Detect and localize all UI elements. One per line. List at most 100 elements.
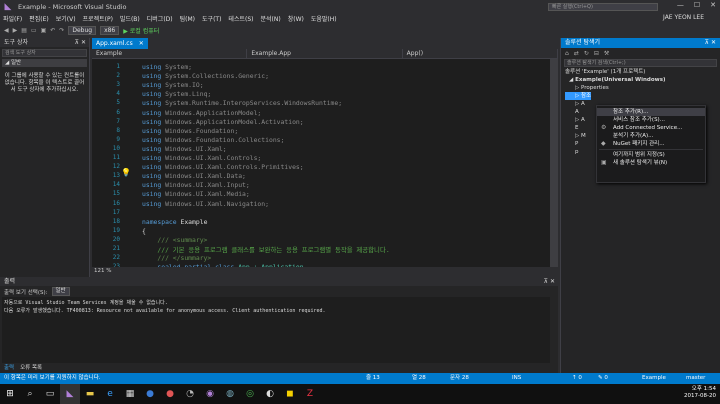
taskbar-clock[interactable]: 오후 1:54 2017-08-20: [684, 386, 716, 400]
context-menu-item[interactable]: 여기까지 범위 지정(S): [597, 151, 705, 159]
run-button[interactable]: ▶ 로컬 컴퓨터: [123, 26, 159, 35]
code-text: System.Runtime.InteropServices.WindowsRu…: [161, 99, 343, 108]
code-keyword: using: [142, 81, 162, 90]
menu-analyze[interactable]: 분석(N): [260, 14, 280, 23]
tab-output[interactable]: 출력: [4, 363, 14, 371]
toolbox-tab-general[interactable]: ◢ 일반: [2, 59, 87, 67]
status-project[interactable]: Example: [642, 373, 666, 384]
visual-studio-icon[interactable]: ◣: [60, 384, 80, 404]
close-icon[interactable]: ✕: [710, 1, 716, 9]
app-icon[interactable]: ●: [140, 384, 160, 404]
output-pin-icon[interactable]: ⊼ ✕: [544, 277, 555, 286]
properties-icon[interactable]: ⚒: [604, 50, 609, 57]
task-view-icon[interactable]: ▭: [40, 384, 60, 404]
context-menu-item[interactable]: 참조 추가(R)...: [597, 108, 705, 116]
start-icon[interactable]: ⊞: [0, 384, 20, 404]
tab-app-xaml-cs[interactable]: App.xaml.cs ✕: [92, 38, 148, 49]
context-menu-item[interactable]: ⚙ Add Connected Service...: [597, 124, 705, 132]
menu-help[interactable]: 도움말(H): [311, 14, 337, 23]
tree-node-solution[interactable]: 솔루션 'Example' (1개 프로젝트): [565, 68, 720, 76]
code-text: System.Collections.Generic;: [161, 72, 269, 81]
edge-icon[interactable]: e: [100, 384, 120, 404]
context-menu-item[interactable]: 분석기 추가(A)...: [597, 132, 705, 140]
kakaotalk-icon[interactable]: ◼: [280, 384, 300, 404]
output-source-select[interactable]: 일반: [51, 287, 70, 296]
zoom-level[interactable]: 121 %: [92, 267, 558, 276]
nav-project-select[interactable]: Example: [92, 48, 248, 59]
line-number: 4: [116, 90, 120, 98]
back-icon[interactable]: ◀: [4, 27, 9, 34]
nav-member-select[interactable]: App(): [403, 48, 558, 59]
tab-error-list[interactable]: 오류 목록: [20, 363, 42, 371]
maximize-icon[interactable]: ☐: [694, 1, 700, 9]
menu-team[interactable]: 팀(M): [180, 14, 195, 23]
output-pane: 출력 ⊼ ✕ 출력 보기 선택(S): 일반 자동으로 Visual Studio…: [0, 277, 558, 373]
user-name[interactable]: JAE YEON LEE: [663, 14, 704, 21]
menu-tools[interactable]: 도구(T): [202, 14, 221, 23]
line-number: 15: [112, 190, 120, 198]
chrome-icon[interactable]: ◎: [240, 384, 260, 404]
tree-node-references[interactable]: ▷ 참조: [565, 92, 591, 100]
code-keyword: using: [142, 172, 162, 181]
home-icon[interactable]: ⌂: [565, 50, 569, 57]
pin-icon[interactable]: ⊼ ✕: [75, 38, 86, 47]
file-explorer-icon[interactable]: ▬: [80, 384, 100, 404]
menu-project[interactable]: 프로젝트(P): [83, 14, 113, 23]
refresh-icon[interactable]: ↻: [584, 50, 589, 57]
context-menu-item[interactable]: 서비스 참조 추가(S)...: [597, 116, 705, 124]
code-line: using Windows.UI.Xaml.Media;: [142, 190, 250, 198]
code-text: /// </summary>: [157, 254, 212, 263]
open-icon[interactable]: ▭: [31, 27, 37, 34]
app-icon[interactable]: ◉: [200, 384, 220, 404]
status-edit[interactable]: ✎ 0: [598, 373, 608, 384]
undo-icon[interactable]: ↶: [50, 27, 55, 34]
line-number: 18: [112, 217, 120, 225]
status-up[interactable]: ↑ 0: [572, 373, 582, 384]
store-icon[interactable]: ▦: [120, 384, 140, 404]
nav-class-select[interactable]: Example.App: [247, 48, 403, 59]
status-branch[interactable]: master: [686, 373, 705, 384]
menu-debug[interactable]: 디버그(D): [147, 14, 173, 23]
platform-select[interactable]: x86: [100, 26, 120, 35]
context-menu-item[interactable]: ▣ 새 솔루션 탐색기 뷰(N): [597, 159, 705, 167]
tree-node-properties[interactable]: ▷ Properties: [565, 84, 720, 92]
editor-scrollbar[interactable]: [550, 59, 558, 267]
line-number: 6: [116, 108, 120, 116]
close-tab-icon[interactable]: ✕: [139, 38, 144, 49]
sync-icon[interactable]: ⇄: [574, 50, 579, 57]
collapse-icon[interactable]: ⊟: [594, 50, 599, 57]
tree-node-project[interactable]: ◢ Example(Universal Windows): [565, 76, 720, 84]
menu-test[interactable]: 테스트(S): [228, 14, 253, 23]
search-icon[interactable]: ⌕: [20, 384, 40, 404]
save-icon[interactable]: ▣: [41, 27, 47, 34]
app-icon[interactable]: ◐: [260, 384, 280, 404]
redo-icon[interactable]: ↷: [59, 27, 64, 34]
forward-icon[interactable]: ▶: [13, 27, 18, 34]
solution-search-input[interactable]: 솔루션 탐색기 검색(Ctrl+;): [564, 59, 717, 67]
solution-pin-icon[interactable]: ⊼ ✕: [705, 38, 716, 48]
code-editor[interactable]: 1 2 3 4 5 6 7 8 9 10 11 12 13 14 15 16 17 18 19 20 21 22 23 us…: [92, 59, 550, 267]
quick-launch-input[interactable]: 빠른 실행(Ctrl+Q): [548, 3, 658, 11]
app-icon[interactable]: ◍: [220, 384, 240, 404]
code-line: using Windows.Foundation.Collections;: [142, 136, 284, 144]
menu-view[interactable]: 보기(V): [56, 14, 76, 23]
toolbox-search-input[interactable]: 검색 도구 상자: [2, 49, 87, 57]
new-project-icon[interactable]: ▤: [21, 27, 27, 34]
status-bar: 이 항목은 미리 보기를 지원하지 않습니다. 줄 13 열 28 문자 28 …: [0, 373, 720, 384]
code-keyword: using: [142, 199, 162, 208]
minimize-icon[interactable]: —: [677, 1, 684, 9]
output-text[interactable]: 자동으로 Visual Studio Team Services 계정을 채울 …: [2, 297, 550, 363]
code-text: Windows.ApplicationModel.Activation;: [161, 117, 304, 126]
app-icon[interactable]: ●: [160, 384, 180, 404]
menu-file[interactable]: 파일(F): [3, 14, 22, 23]
config-select[interactable]: Debug: [68, 26, 97, 35]
context-menu-item[interactable]: ◆ NuGet 패키지 관리...: [597, 140, 705, 148]
filezilla-icon[interactable]: Z: [300, 384, 320, 404]
menu-window[interactable]: 창(W): [288, 14, 304, 23]
app-icon[interactable]: ◔: [180, 384, 200, 404]
menu-edit[interactable]: 편집(E): [29, 14, 49, 23]
menu-build[interactable]: 빌드(B): [120, 14, 140, 23]
lightbulb-icon[interactable]: 💡: [121, 168, 131, 177]
output-source-label: 출력 보기 선택(S):: [4, 289, 48, 296]
